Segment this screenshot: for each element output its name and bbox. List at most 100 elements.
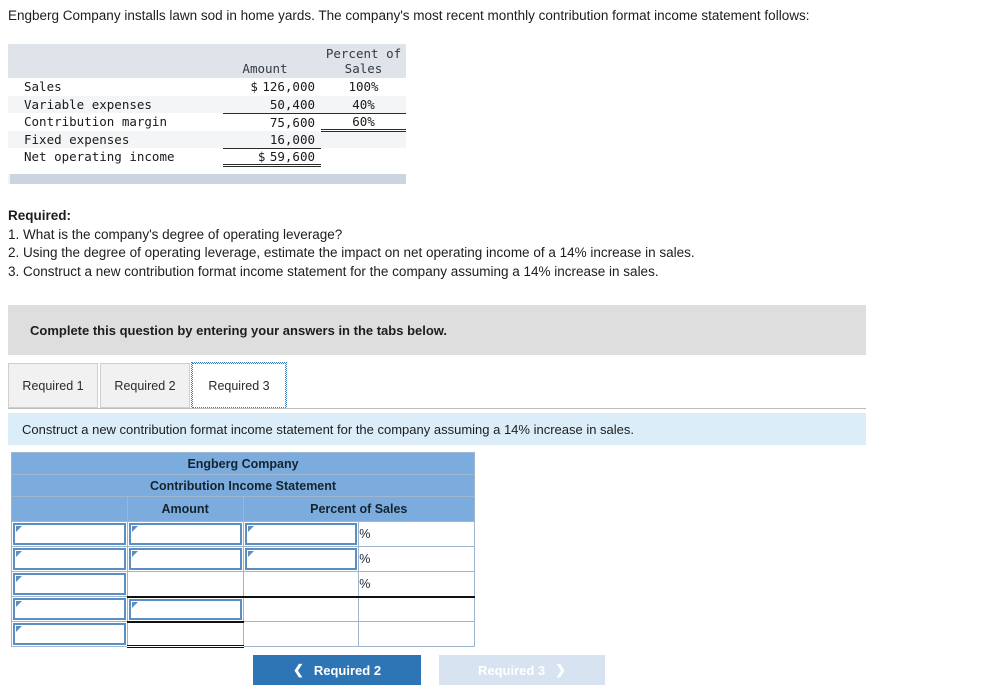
row-percent <box>321 130 406 148</box>
answer-label-cell[interactable] <box>11 521 128 547</box>
statement-header-percent-line1: Percent of <box>325 46 402 61</box>
statement-header-blank <box>8 44 223 78</box>
required-item-3: 3. Construct a new contribution format i… <box>8 263 659 279</box>
answer-label-cell[interactable] <box>11 596 128 622</box>
tab-label: Required 3 <box>208 378 270 393</box>
answer-amount-cell[interactable] <box>126 546 244 572</box>
label-input[interactable] <box>13 548 126 570</box>
answer-percent-cell[interactable] <box>242 596 360 622</box>
answer-header-percent: Percent of Sales <box>242 496 475 522</box>
label-input[interactable] <box>13 623 126 645</box>
previous-button-label: Required 2 <box>313 662 382 678</box>
answer-title-row-2: Contribution Income Statement <box>11 474 475 497</box>
row-label: Contribution margin <box>24 114 167 130</box>
row-amount-value: 126,000 <box>262 79 315 95</box>
required-item-2: 2. Using the degree of operating leverag… <box>8 245 695 260</box>
answer-percent-cell[interactable] <box>242 546 360 572</box>
statement-row-sales: Sales $126,000 100% <box>8 78 406 96</box>
row-amount: 16,000 <box>223 130 321 148</box>
next-required-button[interactable]: Required 3 ❯ <box>439 655 605 685</box>
statement-header-amount: Amount <box>223 44 321 78</box>
statement-row-net-operating-income: Net operating income $59,600 <box>8 147 406 167</box>
tab-strip: Required 1 Required 2 Required 3 <box>8 362 287 409</box>
prompt-bar-text: Construct a new contribution format inco… <box>22 421 635 437</box>
answer-row-2: % <box>11 546 475 572</box>
instruction-bar: Complete this question by entering your … <box>8 305 866 355</box>
percent-input[interactable] <box>244 523 358 545</box>
statement-header-percent: Percent of Sales <box>321 44 406 78</box>
answer-statement-name: Contribution Income Statement <box>11 474 475 497</box>
statement-row-fixed-expenses: Fixed expenses 16,000 <box>8 130 406 148</box>
percent-symbol: % <box>358 571 475 598</box>
answer-amount-cell[interactable] <box>126 571 244 598</box>
statement-header-row: Amount Percent of Sales <box>8 44 406 78</box>
row-amount-value: 75,600 <box>269 114 315 130</box>
row-amount: $59,600 <box>223 147 321 167</box>
tab-strip-underline <box>8 408 866 409</box>
row-amount-value: 16,000 <box>269 131 315 147</box>
answer-percent-symbol-cell <box>358 596 475 622</box>
tab-label: Required 1 <box>22 378 84 393</box>
answer-row-1: % <box>11 521 475 547</box>
answer-header-amount: Amount <box>126 496 244 522</box>
answer-header-blank <box>11 496 128 522</box>
percent-symbol: % <box>358 546 475 572</box>
label-input[interactable] <box>13 573 126 595</box>
answer-table: Engberg Company Contribution Income Stat… <box>11 452 475 648</box>
answer-percent-cell[interactable] <box>242 521 360 547</box>
answer-label-cell[interactable] <box>11 571 128 597</box>
amount-input[interactable] <box>128 598 242 620</box>
answer-title-row-1: Engberg Company <box>11 452 475 475</box>
row-label: Fixed expenses <box>8 130 223 148</box>
instruction-bar-text: Complete this question by entering your … <box>30 322 448 338</box>
tab-required-3[interactable]: Required 3 <box>191 362 287 409</box>
statement-horizontal-scrollbar[interactable] <box>8 174 406 184</box>
answer-percent-cell[interactable] <box>242 571 360 598</box>
row-percent <box>321 148 406 166</box>
row-amount-value: 50,400 <box>269 96 315 112</box>
statement-row-contribution-margin: Contribution margin 75,600 60% <box>8 112 406 132</box>
prompt-bar: Construct a new contribution format inco… <box>8 413 866 445</box>
label-input[interactable] <box>13 523 126 545</box>
row-amount: $126,000 <box>223 78 321 96</box>
answer-row-3: % <box>11 571 475 598</box>
answer-label-cell[interactable] <box>11 621 128 647</box>
required-title: Required: <box>8 208 72 223</box>
required-block: Required: 1. What is the company's degre… <box>8 207 695 281</box>
row-label: Sales <box>24 79 62 95</box>
answer-company-name: Engberg Company <box>11 452 475 475</box>
previous-required-button[interactable]: ❮ Required 2 <box>253 655 421 685</box>
question-page: Engberg Company installs lawn sod in hom… <box>0 0 982 699</box>
currency-symbol: $ <box>257 148 266 164</box>
label-input[interactable] <box>13 598 126 620</box>
intro-text: Engberg Company installs lawn sod in hom… <box>8 8 810 23</box>
answer-amount-cell[interactable] <box>126 521 244 547</box>
chevron-left-icon: ❮ <box>292 662 304 677</box>
answer-label-cell[interactable] <box>11 546 128 572</box>
tab-required-2[interactable]: Required 2 <box>100 363 190 408</box>
answer-amount-cell[interactable] <box>126 596 244 623</box>
answer-row-5 <box>11 621 475 648</box>
given-income-statement: Amount Percent of Sales Sales $126,000 1… <box>8 44 406 167</box>
answer-amount-cell[interactable] <box>126 621 244 648</box>
amount-input[interactable] <box>128 548 242 570</box>
answer-percent-symbol-cell <box>358 621 475 647</box>
percent-symbol: % <box>358 521 475 547</box>
answer-percent-cell[interactable] <box>242 621 360 647</box>
tab-required-1[interactable]: Required 1 <box>8 363 98 408</box>
statement-row-variable-expenses: Variable expenses 50,400 40% <box>8 95 406 113</box>
row-percent: 60% <box>321 112 406 132</box>
amount-input[interactable] <box>128 523 242 545</box>
chevron-right-icon: ❯ <box>555 662 567 677</box>
tab-label: Required 2 <box>114 378 176 393</box>
row-amount: 50,400 <box>223 95 321 113</box>
row-percent: 100% <box>348 79 379 95</box>
row-amount-value: 59,600 <box>269 148 315 164</box>
row-percent: 40% <box>321 95 406 113</box>
row-label: Variable expenses <box>8 95 223 113</box>
row-label: Net operating income <box>24 149 175 165</box>
next-button-label: Required 3 <box>477 662 546 678</box>
required-item-1: 1. What is the company's degree of opera… <box>8 226 343 242</box>
percent-input[interactable] <box>244 548 358 570</box>
answer-column-header-row: Amount Percent of Sales <box>11 496 475 522</box>
